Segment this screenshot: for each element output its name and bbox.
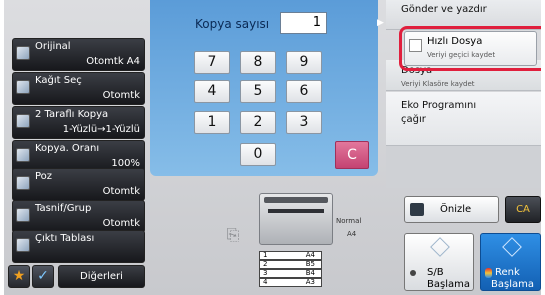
check-icon: ✓ (37, 268, 49, 284)
preview-button[interactable]: Önizle (404, 196, 499, 223)
output-tray-label: Çıktı Tablası (35, 233, 95, 244)
duplex-copy-value: 1-Yüzlü→1-Yüzlü (62, 124, 140, 135)
output-tray-icon (16, 238, 30, 252)
bw-start-label: S/B (427, 267, 444, 278)
ca-label: CA (516, 204, 530, 215)
tray-3[interactable]: 3 B4 (259, 269, 322, 278)
copy-mode-label: Normal (336, 217, 362, 225)
sort-group-label: Tasnif/Grup (35, 203, 92, 214)
others-label: Diğerleri (80, 271, 123, 282)
tray-4[interactable]: 4 A3 (259, 278, 322, 287)
quick-file-sub-label: Veriyi geçici kaydet (427, 51, 496, 59)
color-dot-icon (485, 268, 492, 278)
quick-file-button[interactable]: Hızlı Dosya Veriyi geçici kaydet (404, 31, 537, 66)
right-panel-blank (386, 146, 541, 188)
paper-select-value: Otomtk (102, 90, 140, 101)
bw-start-icon (430, 237, 450, 257)
color-start-icon (502, 237, 522, 257)
key-3[interactable]: 3 (286, 111, 322, 134)
tray-1[interactable]: 1 A4 (259, 251, 322, 260)
output-tray-button[interactable]: Çıktı Tablası (12, 230, 145, 263)
machine-icon (259, 193, 333, 245)
clear-button[interactable]: C (335, 141, 369, 169)
color-start-label: Renk (495, 267, 520, 278)
eco-program-label: Eko Programını (401, 100, 477, 111)
key-5[interactable]: 5 (240, 80, 276, 103)
ratio-icon (16, 148, 30, 162)
scan-paper-icon: ⎘ (226, 225, 240, 244)
key-6[interactable]: 6 (286, 80, 322, 103)
copies-label: Kopya sayısı (195, 17, 270, 31)
check-button[interactable]: ✓ (32, 265, 54, 288)
quick-file-checkbox (409, 39, 422, 52)
eco-program-label-2: çağır (401, 114, 426, 125)
copy-screen: Orijinal Otomtk A4 Kağıt Seç Otomtk 2 Ta… (4, 0, 541, 295)
copy-ratio-label: Kopya. Oranı (35, 143, 100, 154)
favorite-star-button[interactable]: ★ (8, 265, 30, 288)
quick-file-label: Hızlı Dosya (427, 36, 483, 47)
bw-dot-icon (410, 270, 416, 276)
key-9[interactable]: 9 (286, 51, 322, 74)
exposure-label: Poz (35, 171, 53, 182)
ca-button[interactable]: CA (505, 196, 541, 223)
duplex-icon (16, 114, 30, 128)
key-8[interactable]: 8 (240, 51, 276, 74)
file-sub-label: Veriyi Klasöre kaydet (401, 80, 475, 88)
sort-group-button[interactable]: Tasnif/Grup Otomtk (12, 200, 145, 233)
others-button[interactable]: Diğerleri (58, 265, 145, 288)
original-label: Orijinal (35, 41, 71, 52)
key-0[interactable]: 0 (240, 143, 276, 166)
paper-select-label: Kağıt Seç (35, 75, 82, 86)
key-1[interactable]: 1 (194, 111, 230, 134)
bw-start-label-2: Başlama (427, 279, 470, 290)
original-icon (16, 46, 30, 60)
preview-label: Önizle (440, 204, 472, 215)
color-start-label-2: Başlama (491, 279, 534, 290)
star-icon: ★ (12, 268, 26, 284)
original-button[interactable]: Orijinal Otomtk A4 (12, 38, 145, 71)
eco-program-item[interactable]: Eko Programını çağır (386, 92, 541, 146)
duplex-copy-label: 2 Taraflı Kopya (35, 109, 109, 120)
bw-start-button[interactable]: S/B Başlama (404, 233, 474, 291)
exposure-value: Otomtk (102, 186, 140, 197)
expand-arrow-icon[interactable]: ▶ (377, 18, 386, 32)
sort-icon (16, 208, 30, 222)
key-7[interactable]: 7 (194, 51, 230, 74)
preview-icon (410, 203, 424, 216)
keypad-panel: Kopya sayısı 1 7 8 9 4 5 6 1 2 3 0 C (150, 0, 378, 176)
sort-group-value: Otomtk (102, 218, 140, 229)
paper-select-button[interactable]: Kağıt Seç Otomtk (12, 72, 145, 105)
copy-size-label: A4 (347, 230, 357, 238)
tray-2[interactable]: 2 B5 (259, 260, 322, 269)
key-4[interactable]: 4 (194, 80, 230, 103)
key-2[interactable]: 2 (240, 111, 276, 134)
copies-count-value: 1 (312, 15, 321, 30)
exposure-button[interactable]: Poz Otomtk (12, 168, 145, 201)
duplex-copy-button[interactable]: 2 Taraflı Kopya 1-Yüzlü→1-Yüzlü (12, 106, 145, 139)
color-start-button[interactable]: Renk Başlama (480, 233, 541, 291)
exposure-icon (16, 176, 30, 190)
paper-icon (16, 80, 30, 94)
copies-count-field[interactable]: 1 (280, 12, 327, 34)
send-and-print-label: Gönder ve yazdır (401, 4, 487, 15)
original-value: Otomtk A4 (86, 56, 140, 67)
